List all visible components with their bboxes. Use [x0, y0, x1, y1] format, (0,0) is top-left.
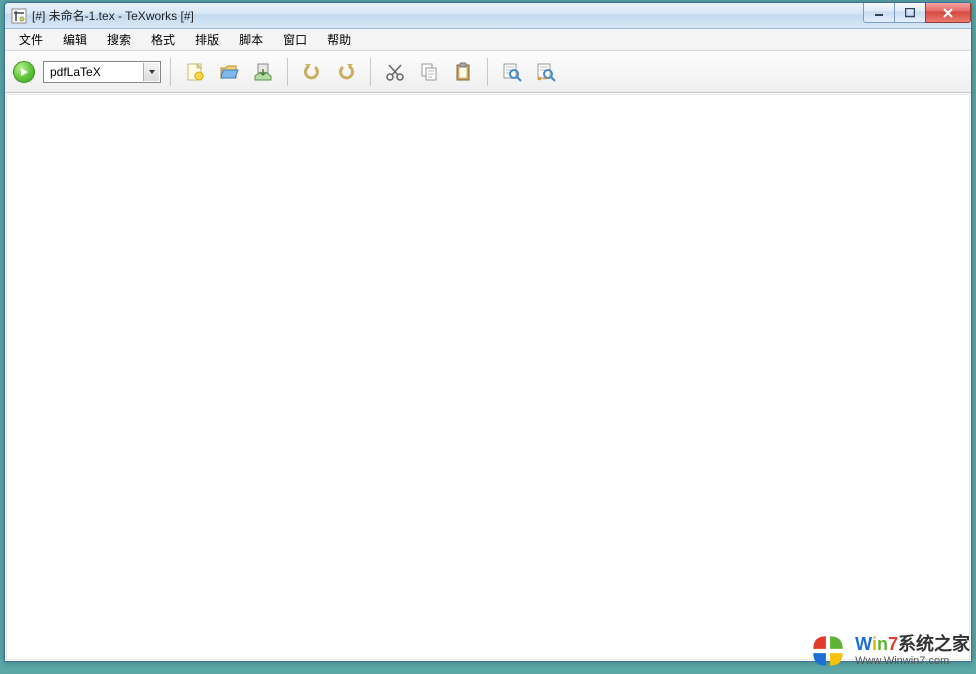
- paste-button[interactable]: [448, 57, 478, 87]
- app-window: [#] 未命名-1.tex - TeXworks [#] 文件 编辑 搜索 格式…: [4, 2, 972, 662]
- window-controls: [864, 3, 971, 23]
- play-icon: [19, 67, 29, 77]
- save-file-button[interactable]: [248, 57, 278, 87]
- copy-button[interactable]: [414, 57, 444, 87]
- find-button[interactable]: [497, 57, 527, 87]
- toolbar: pdfLaTeX: [5, 51, 971, 93]
- menu-edit[interactable]: 编辑: [53, 29, 97, 50]
- search-group: [497, 57, 561, 87]
- engine-select[interactable]: pdfLaTeX: [43, 61, 161, 83]
- scissors-icon: [384, 61, 406, 83]
- menu-script[interactable]: 脚本: [229, 29, 273, 50]
- maximize-button[interactable]: [894, 3, 926, 23]
- find-replace-icon: [535, 61, 557, 83]
- toolbar-separator: [487, 58, 488, 86]
- save-icon: [252, 61, 274, 83]
- new-file-icon: [184, 61, 206, 83]
- redo-button[interactable]: [331, 57, 361, 87]
- open-folder-icon: [218, 61, 240, 83]
- search-icon: [501, 61, 523, 83]
- toolbar-separator: [170, 58, 171, 86]
- cut-button[interactable]: [380, 57, 410, 87]
- dropdown-arrow-icon: [143, 63, 159, 81]
- menu-window[interactable]: 窗口: [273, 29, 317, 50]
- window-title: [#] 未命名-1.tex - TeXworks [#]: [32, 7, 194, 24]
- menu-format[interactable]: 格式: [141, 29, 185, 50]
- close-icon: [942, 8, 954, 18]
- typeset-group: pdfLaTeX: [13, 61, 161, 83]
- menu-typeset[interactable]: 排版: [185, 29, 229, 50]
- toolbar-separator: [370, 58, 371, 86]
- undo-icon: [301, 61, 323, 83]
- clipboard-icon: [452, 61, 474, 83]
- copy-icon: [418, 61, 440, 83]
- toolbar-separator: [287, 58, 288, 86]
- redo-icon: [335, 61, 357, 83]
- undo-button[interactable]: [297, 57, 327, 87]
- text-editor[interactable]: [6, 94, 970, 660]
- menu-file[interactable]: 文件: [9, 29, 53, 50]
- engine-selected-label: pdfLaTeX: [50, 65, 101, 79]
- menu-search[interactable]: 搜索: [97, 29, 141, 50]
- maximize-icon: [905, 8, 915, 18]
- edit-group: [380, 57, 478, 87]
- minimize-icon: [874, 8, 884, 18]
- new-file-button[interactable]: [180, 57, 210, 87]
- menu-help[interactable]: 帮助: [317, 29, 361, 50]
- minimize-button[interactable]: [863, 3, 895, 23]
- app-icon: [11, 8, 27, 24]
- open-file-button[interactable]: [214, 57, 244, 87]
- replace-button[interactable]: [531, 57, 561, 87]
- undo-group: [297, 57, 361, 87]
- file-group: [180, 57, 278, 87]
- menu-bar: 文件 编辑 搜索 格式 排版 脚本 窗口 帮助: [5, 29, 971, 51]
- close-button[interactable]: [925, 3, 971, 23]
- title-bar[interactable]: [#] 未命名-1.tex - TeXworks [#]: [5, 3, 971, 29]
- typeset-run-button[interactable]: [13, 61, 35, 83]
